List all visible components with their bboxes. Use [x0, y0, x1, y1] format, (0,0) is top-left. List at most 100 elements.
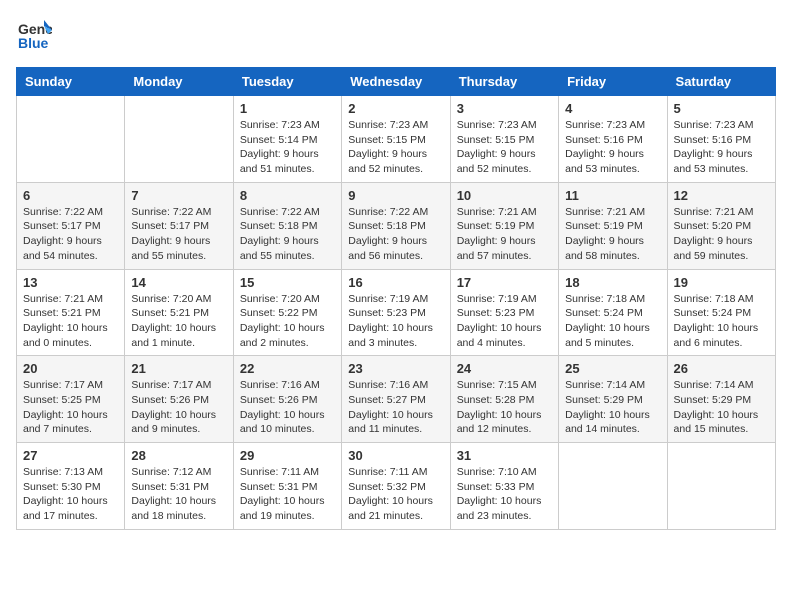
- calendar-cell: 2Sunrise: 7:23 AMSunset: 5:15 PMDaylight…: [342, 96, 450, 183]
- day-number: 1: [240, 101, 335, 116]
- week-row-3: 13 Sunrise: 7:21 AMSunset: 5:21 PMDayligh…: [17, 269, 776, 356]
- day-info: Sunrise: 7:14 AMSunset: 5:29 PMDaylight:…: [565, 378, 660, 437]
- calendar-cell: [125, 96, 233, 183]
- day-info: Sunrise: 7:23 AMSunset: 5:16 PMDaylight:…: [674, 118, 769, 177]
- calendar-cell: 28 Sunrise: 7:12 AMSunset: 5:31 PMDayligh…: [125, 443, 233, 530]
- calendar-cell: 7 Sunrise: 7:22 AMSunset: 5:17 PMDaylight…: [125, 182, 233, 269]
- calendar-cell: 17Sunrise: 7:19 AMSunset: 5:23 PMDayligh…: [450, 269, 558, 356]
- week-row-5: 27 Sunrise: 7:13 AMSunset: 5:30 PMDayligh…: [17, 443, 776, 530]
- day-number: 24: [457, 361, 552, 376]
- calendar-cell: 11 Sunrise: 7:21 AMSunset: 5:19 PMDayligh…: [559, 182, 667, 269]
- calendar-cell: 22 Sunrise: 7:16 AMSunset: 5:26 PMDayligh…: [233, 356, 341, 443]
- calendar-table: SundayMondayTuesdayWednesdayThursdayFrid…: [16, 67, 776, 530]
- day-info: Sunrise: 7:12 AMSunset: 5:31 PMDaylight:…: [131, 465, 226, 524]
- calendar-cell: 25 Sunrise: 7:14 AMSunset: 5:29 PMDayligh…: [559, 356, 667, 443]
- day-number: 4: [565, 101, 660, 116]
- calendar-cell: 24 Sunrise: 7:15 AMSunset: 5:28 PMDayligh…: [450, 356, 558, 443]
- day-number: 13: [23, 275, 118, 290]
- day-number: 12: [674, 188, 769, 203]
- day-info: Sunrise: 7:21 AMSunset: 5:20 PMDaylight:…: [674, 205, 769, 264]
- calendar-cell: 1 Sunrise: 7:23 AMSunset: 5:14 PMDaylight…: [233, 96, 341, 183]
- day-info: Sunrise: 7:16 AMSunset: 5:26 PMDaylight:…: [240, 378, 335, 437]
- logo-symbol: General Blue: [16, 16, 52, 57]
- day-info: Sunrise: 7:17 AMSunset: 5:25 PMDaylight:…: [23, 378, 118, 437]
- day-number: 9: [348, 188, 443, 203]
- day-info: Sunrise: 7:19 AMSunset: 5:23 PMDaylight:…: [348, 292, 443, 351]
- day-info: Sunrise: 7:11 AMSunset: 5:32 PMDaylight:…: [348, 465, 443, 524]
- day-info: Sunrise: 7:23 AMSunset: 5:14 PMDaylight:…: [240, 118, 335, 177]
- days-of-week-header: SundayMondayTuesdayWednesdayThursdayFrid…: [17, 68, 776, 96]
- day-number: 10: [457, 188, 552, 203]
- day-number: 22: [240, 361, 335, 376]
- calendar-cell: 18 Sunrise: 7:18 AMSunset: 5:24 PMDayligh…: [559, 269, 667, 356]
- calendar-cell: [559, 443, 667, 530]
- day-info: Sunrise: 7:18 AMSunset: 5:24 PMDaylight:…: [674, 292, 769, 351]
- day-info: Sunrise: 7:16 AMSunset: 5:27 PMDaylight:…: [348, 378, 443, 437]
- day-header-tuesday: Tuesday: [233, 68, 341, 96]
- calendar-cell: 27 Sunrise: 7:13 AMSunset: 5:30 PMDayligh…: [17, 443, 125, 530]
- svg-text:Blue: Blue: [18, 35, 49, 51]
- logo: General Blue: [16, 16, 52, 57]
- calendar-cell: 20Sunrise: 7:17 AMSunset: 5:25 PMDayligh…: [17, 356, 125, 443]
- day-info: Sunrise: 7:15 AMSunset: 5:28 PMDaylight:…: [457, 378, 552, 437]
- day-number: 31: [457, 448, 552, 463]
- calendar-cell: 30Sunrise: 7:11 AMSunset: 5:32 PMDayligh…: [342, 443, 450, 530]
- calendar-cell: 13 Sunrise: 7:21 AMSunset: 5:21 PMDayligh…: [17, 269, 125, 356]
- calendar-cell: 23Sunrise: 7:16 AMSunset: 5:27 PMDayligh…: [342, 356, 450, 443]
- day-header-monday: Monday: [125, 68, 233, 96]
- day-info: Sunrise: 7:23 AMSunset: 5:15 PMDaylight:…: [457, 118, 552, 177]
- day-header-friday: Friday: [559, 68, 667, 96]
- day-info: Sunrise: 7:22 AMSunset: 5:17 PMDaylight:…: [131, 205, 226, 264]
- calendar-cell: [667, 443, 775, 530]
- calendar-cell: 4 Sunrise: 7:23 AMSunset: 5:16 PMDaylight…: [559, 96, 667, 183]
- calendar-cell: 5Sunrise: 7:23 AMSunset: 5:16 PMDaylight…: [667, 96, 775, 183]
- calendar-cell: 3 Sunrise: 7:23 AMSunset: 5:15 PMDaylight…: [450, 96, 558, 183]
- day-number: 29: [240, 448, 335, 463]
- day-number: 15: [240, 275, 335, 290]
- day-info: Sunrise: 7:22 AMSunset: 5:18 PMDaylight:…: [240, 205, 335, 264]
- day-info: Sunrise: 7:20 AMSunset: 5:22 PMDaylight:…: [240, 292, 335, 351]
- day-number: 11: [565, 188, 660, 203]
- calendar-cell: 26Sunrise: 7:14 AMSunset: 5:29 PMDayligh…: [667, 356, 775, 443]
- calendar-cell: [17, 96, 125, 183]
- day-header-sunday: Sunday: [17, 68, 125, 96]
- day-number: 8: [240, 188, 335, 203]
- week-row-1: 1 Sunrise: 7:23 AMSunset: 5:14 PMDaylight…: [17, 96, 776, 183]
- day-number: 6: [23, 188, 118, 203]
- day-number: 21: [131, 361, 226, 376]
- week-row-2: 6 Sunrise: 7:22 AMSunset: 5:17 PMDaylight…: [17, 182, 776, 269]
- day-info: Sunrise: 7:13 AMSunset: 5:30 PMDaylight:…: [23, 465, 118, 524]
- day-number: 7: [131, 188, 226, 203]
- day-number: 28: [131, 448, 226, 463]
- header: General Blue: [16, 16, 776, 57]
- day-info: Sunrise: 7:22 AMSunset: 5:18 PMDaylight:…: [348, 205, 443, 264]
- day-number: 3: [457, 101, 552, 116]
- day-info: Sunrise: 7:10 AMSunset: 5:33 PMDaylight:…: [457, 465, 552, 524]
- day-info: Sunrise: 7:22 AMSunset: 5:17 PMDaylight:…: [23, 205, 118, 264]
- day-info: Sunrise: 7:14 AMSunset: 5:29 PMDaylight:…: [674, 378, 769, 437]
- day-info: Sunrise: 7:21 AMSunset: 5:21 PMDaylight:…: [23, 292, 118, 351]
- day-number: 2: [348, 101, 443, 116]
- calendar-cell: 10 Sunrise: 7:21 AMSunset: 5:19 PMDayligh…: [450, 182, 558, 269]
- day-number: 19: [674, 275, 769, 290]
- day-header-thursday: Thursday: [450, 68, 558, 96]
- calendar-cell: 6 Sunrise: 7:22 AMSunset: 5:17 PMDaylight…: [17, 182, 125, 269]
- day-info: Sunrise: 7:23 AMSunset: 5:16 PMDaylight:…: [565, 118, 660, 177]
- calendar-cell: 9 Sunrise: 7:22 AMSunset: 5:18 PMDaylight…: [342, 182, 450, 269]
- day-info: Sunrise: 7:21 AMSunset: 5:19 PMDaylight:…: [457, 205, 552, 264]
- calendar-cell: 15 Sunrise: 7:20 AMSunset: 5:22 PMDayligh…: [233, 269, 341, 356]
- day-number: 27: [23, 448, 118, 463]
- calendar-cell: 8 Sunrise: 7:22 AMSunset: 5:18 PMDaylight…: [233, 182, 341, 269]
- calendar-cell: 12 Sunrise: 7:21 AMSunset: 5:20 PMDayligh…: [667, 182, 775, 269]
- day-number: 25: [565, 361, 660, 376]
- day-number: 18: [565, 275, 660, 290]
- calendar-cell: 16Sunrise: 7:19 AMSunset: 5:23 PMDayligh…: [342, 269, 450, 356]
- day-info: Sunrise: 7:18 AMSunset: 5:24 PMDaylight:…: [565, 292, 660, 351]
- day-info: Sunrise: 7:11 AMSunset: 5:31 PMDaylight:…: [240, 465, 335, 524]
- calendar-cell: 21 Sunrise: 7:17 AMSunset: 5:26 PMDayligh…: [125, 356, 233, 443]
- day-info: Sunrise: 7:17 AMSunset: 5:26 PMDaylight:…: [131, 378, 226, 437]
- week-row-4: 20Sunrise: 7:17 AMSunset: 5:25 PMDayligh…: [17, 356, 776, 443]
- calendar-cell: 19 Sunrise: 7:18 AMSunset: 5:24 PMDayligh…: [667, 269, 775, 356]
- day-info: Sunrise: 7:21 AMSunset: 5:19 PMDaylight:…: [565, 205, 660, 264]
- day-info: Sunrise: 7:19 AMSunset: 5:23 PMDaylight:…: [457, 292, 552, 351]
